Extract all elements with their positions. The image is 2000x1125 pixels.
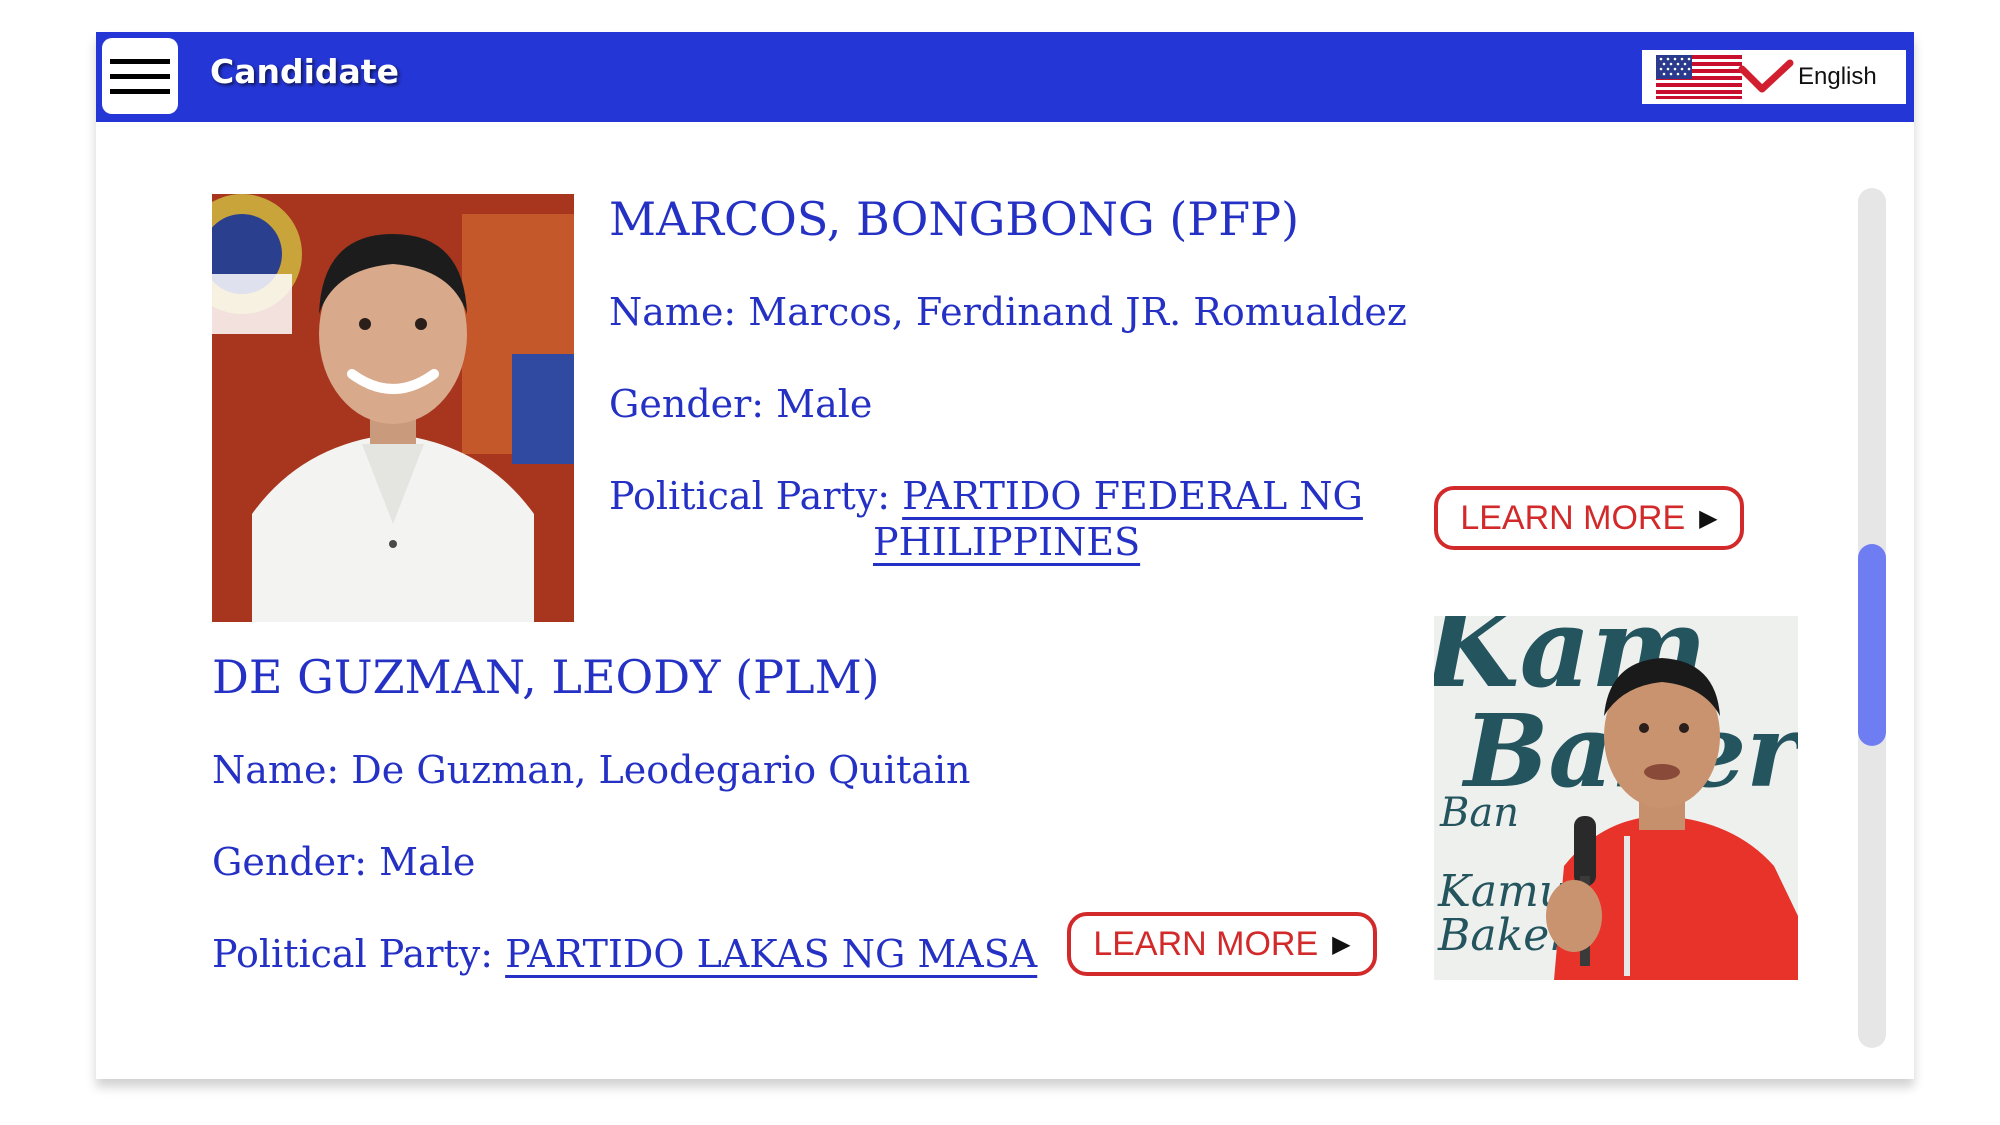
party-label: Political Party: — [212, 932, 506, 976]
candidate-name: Name: Marcos, Ferdinand JR. Romualdez — [609, 290, 1407, 334]
hamburger-menu-icon[interactable] — [102, 38, 178, 114]
candidate-name: Name: De Guzman, Leodegario Quitain — [212, 748, 971, 792]
candidate-heading: MARCOS, BONGBONG (PFP) — [609, 192, 1300, 246]
app-frame: Candidate English MARCOS, BONGBONG (PFP)… — [96, 32, 1914, 1079]
top-bar: Candidate English — [96, 32, 1914, 122]
candidate-photo-de-guzman: Kam Baker Ban Kamu Baker — [1434, 616, 1798, 980]
sign-text-small: Ban — [1439, 790, 1519, 836]
chevron-down-icon — [1738, 59, 1794, 93]
candidate-gender: Gender: Male — [212, 840, 476, 884]
candidate-gender: Gender: Male — [609, 382, 873, 426]
us-flag-icon — [1656, 55, 1742, 99]
learn-more-button[interactable]: LEARN MORE ▶ — [1067, 912, 1377, 976]
candidate-party-continued: PHILIPPINES — [873, 520, 1140, 564]
candidate-heading: DE GUZMAN, LEODY (PLM) — [212, 650, 880, 704]
learn-more-label: LEARN MORE — [1460, 498, 1686, 537]
language-label: English — [1798, 63, 1877, 90]
party-link-continued[interactable]: PHILIPPINES — [873, 520, 1140, 564]
candidate-photo-marcos — [212, 194, 574, 622]
page-title: Candidate — [210, 52, 399, 91]
candidate-party: Political Party: PARTIDO LAKAS NG MASA — [212, 932, 1037, 976]
candidate-party: Political Party: PARTIDO FEDERAL NG — [609, 474, 1363, 518]
play-icon: ▶ — [1332, 930, 1351, 958]
learn-more-button[interactable]: LEARN MORE ▶ — [1434, 486, 1744, 550]
scrollbar-thumb[interactable] — [1858, 544, 1886, 746]
party-label: Political Party: — [609, 474, 903, 518]
party-link[interactable]: PARTIDO FEDERAL NG — [902, 474, 1363, 518]
learn-more-label: LEARN MORE — [1093, 924, 1319, 963]
play-icon: ▶ — [1699, 504, 1718, 532]
party-link[interactable]: PARTIDO LAKAS NG MASA — [505, 932, 1037, 976]
language-selector[interactable]: English — [1642, 50, 1906, 104]
